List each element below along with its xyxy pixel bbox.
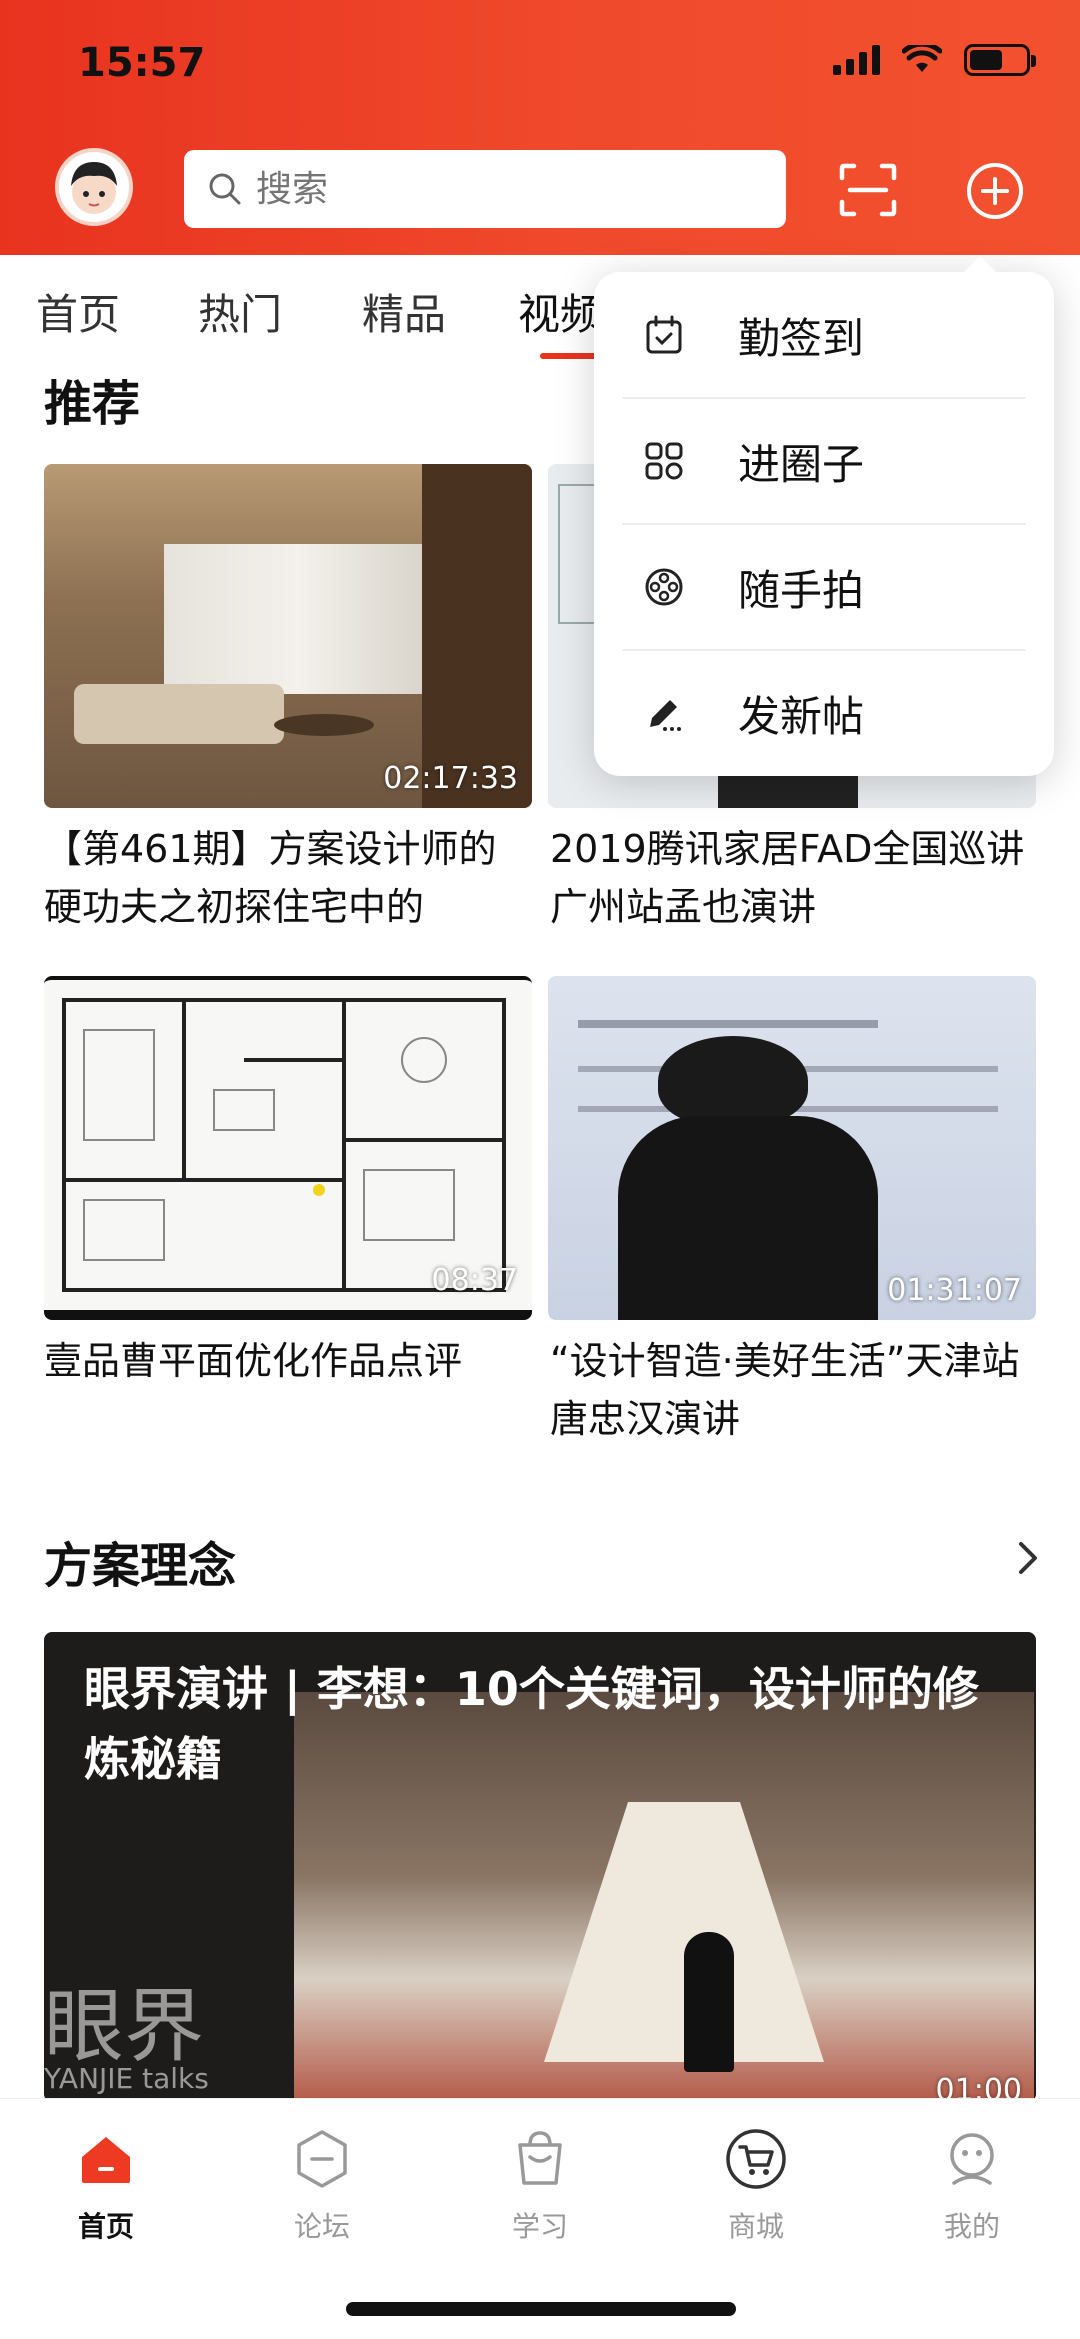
nav-label: 论坛 bbox=[293, 2210, 350, 2243]
search-bar[interactable] bbox=[184, 150, 786, 228]
nav-label: 学习 bbox=[511, 2210, 568, 2243]
banner-title: 眼界演讲 | 李想：10个关键词，设计师的修炼秘籍 bbox=[84, 1662, 979, 1786]
tab-active-indicator bbox=[540, 353, 598, 359]
quick-action-menu: 勤签到 进圈子 随手拍 发新帖 bbox=[594, 256, 1054, 776]
nav-label: 商城 bbox=[727, 2210, 784, 2243]
video-title: 【第461期】方案设计师的硬功夫之初探住宅中的 bbox=[44, 827, 497, 929]
nav-label: 首页 bbox=[77, 2210, 134, 2243]
menu-item-snapshot[interactable]: 随手拍 bbox=[594, 524, 1054, 650]
video-title: “设计智造·美好生活”天津站 唐忠汉演讲 bbox=[550, 1339, 1020, 1441]
status-icons bbox=[833, 44, 1036, 76]
nav-forum[interactable]: 论坛 bbox=[252, 2127, 392, 2245]
menu-item-label: 随手拍 bbox=[738, 565, 865, 615]
add-circle-icon[interactable] bbox=[966, 162, 1024, 220]
pen-icon bbox=[650, 700, 681, 731]
battery-icon bbox=[964, 44, 1036, 76]
status-time: 15:57 bbox=[78, 40, 206, 86]
video-title: 2019腾讯家居FAD全国巡讲广州站孟也演讲 bbox=[550, 827, 1025, 929]
search-input[interactable] bbox=[256, 168, 736, 210]
tab-video[interactable]: 视频 bbox=[518, 281, 602, 342]
video-thumbnail: 01:31:07 bbox=[548, 976, 1036, 1320]
featured-video-banner[interactable]: 眼界演讲 | 李想：10个关键词，设计师的修炼秘籍 眼界 YANJIE talk… bbox=[44, 1632, 1036, 2102]
banner-watermark: 眼界 bbox=[44, 1980, 204, 2073]
menu-item-new-post[interactable]: 发新帖 bbox=[594, 650, 1054, 776]
bag-icon bbox=[518, 2131, 562, 2185]
profile-icon bbox=[950, 2133, 994, 2185]
video-duration: 08:37 bbox=[431, 1263, 518, 1298]
tab-featured[interactable]: 精品 bbox=[362, 281, 446, 342]
nav-home[interactable]: 首页 bbox=[36, 2127, 176, 2245]
chevron-right-icon[interactable] bbox=[1016, 1540, 1040, 1576]
menu-item-label: 进圈子 bbox=[738, 439, 865, 489]
calendar-check-icon bbox=[646, 315, 682, 354]
home-indicator bbox=[346, 2302, 736, 2316]
grid-circles-icon bbox=[645, 442, 683, 480]
app-header: 15:57 bbox=[0, 0, 1080, 255]
cart-icon bbox=[726, 2129, 786, 2189]
tab-home[interactable]: 首页 bbox=[36, 281, 120, 342]
nav-learn[interactable]: 学习 bbox=[470, 2127, 610, 2245]
nav-mall[interactable]: 商城 bbox=[686, 2127, 826, 2245]
scan-icon[interactable] bbox=[838, 162, 898, 218]
video-title: 壹品曹平面优化作品点评 bbox=[44, 1339, 463, 1383]
section-title-concept: 方案理念 bbox=[44, 1538, 237, 1594]
video-thumbnail: 08:37 bbox=[44, 976, 532, 1320]
search-icon bbox=[209, 173, 241, 205]
section-title-recommend: 推荐 bbox=[44, 376, 141, 432]
nav-label: 我的 bbox=[943, 2210, 1000, 2243]
wifi-icon bbox=[902, 45, 942, 72]
video-duration: 01:31:07 bbox=[887, 1273, 1022, 1308]
menu-item-circle[interactable]: 进圈子 bbox=[594, 398, 1054, 524]
floor-plan-image bbox=[62, 998, 506, 1292]
signal-icon bbox=[833, 45, 880, 75]
forum-icon bbox=[297, 2130, 347, 2188]
menu-item-label: 发新帖 bbox=[738, 691, 865, 741]
menu-item-checkin[interactable]: 勤签到 bbox=[594, 272, 1054, 398]
banner-watermark-sub: YANJIE talks bbox=[44, 2062, 209, 2095]
video-thumbnail: 02:17:33 bbox=[44, 464, 532, 808]
film-reel-icon bbox=[645, 568, 683, 606]
avatar[interactable] bbox=[55, 148, 133, 226]
tab-hot[interactable]: 热门 bbox=[198, 281, 282, 342]
video-duration: 02:17:33 bbox=[383, 761, 518, 796]
nav-profile[interactable]: 我的 bbox=[902, 2127, 1042, 2245]
menu-item-label: 勤签到 bbox=[738, 313, 865, 363]
home-icon bbox=[82, 2137, 130, 2183]
